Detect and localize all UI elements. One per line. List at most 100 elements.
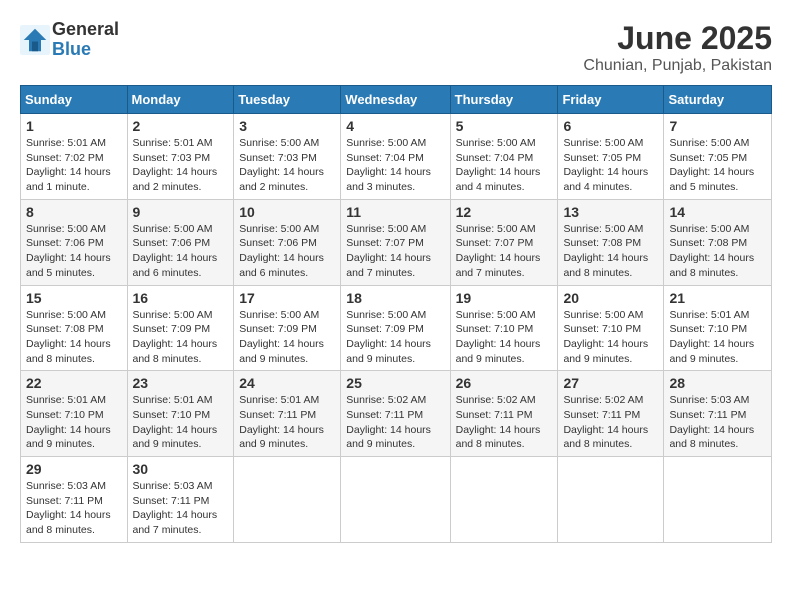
header-row: Sunday Monday Tuesday Wednesday Thursday…	[21, 86, 772, 114]
day-number: 23	[133, 375, 229, 391]
location-title: Chunian, Punjab, Pakistan	[583, 57, 772, 75]
day-number: 2	[133, 118, 229, 134]
day-info: Sunrise: 5:03 AMSunset: 7:11 PMDaylight:…	[26, 479, 122, 538]
day-number: 19	[456, 290, 553, 306]
table-row: 5Sunrise: 5:00 AMSunset: 7:04 PMDaylight…	[450, 114, 558, 200]
month-title: June 2025	[583, 20, 772, 57]
table-row: 16Sunrise: 5:00 AMSunset: 7:09 PMDayligh…	[127, 285, 234, 371]
logo: General Blue	[20, 20, 119, 60]
table-row	[234, 457, 341, 543]
day-number: 30	[133, 461, 229, 477]
day-number: 20	[563, 290, 658, 306]
table-row: 6 Sunrise: 5:00 AMSunset: 7:05 PMDaylight…	[558, 114, 664, 200]
table-row: 30 Sunrise: 5:03 AMSunset: 7:11 PMDayligh…	[127, 457, 234, 543]
table-row: 28 Sunrise: 5:03 AMSunset: 7:11 PMDayligh…	[664, 371, 772, 457]
day-number: 25	[346, 375, 444, 391]
day-number: 4	[346, 118, 444, 134]
day-info: Sunrise: 5:00 AMSunset: 7:03 PMDaylight:…	[239, 136, 335, 195]
table-row: 27Sunrise: 5:02 AMSunset: 7:11 PMDayligh…	[558, 371, 664, 457]
day-number: 24	[239, 375, 335, 391]
table-row	[450, 457, 558, 543]
day-info: Sunrise: 5:01 AMSunset: 7:11 PMDaylight:…	[239, 393, 335, 452]
day-info: Sunrise: 5:01 AMSunset: 7:10 PMDaylight:…	[26, 393, 122, 452]
day-info: Sunrise: 5:00 AMSunset: 7:10 PMDaylight:…	[456, 308, 553, 367]
calendar-table: Sunday Monday Tuesday Wednesday Thursday…	[20, 85, 772, 543]
table-row: 21 Sunrise: 5:01 AMSunset: 7:10 PMDayligh…	[664, 285, 772, 371]
day-number: 29	[26, 461, 122, 477]
day-info: Sunrise: 5:01 AMSunset: 7:10 PMDaylight:…	[669, 308, 766, 367]
day-number: 3	[239, 118, 335, 134]
day-info: Sunrise: 5:02 AMSunset: 7:11 PMDaylight:…	[563, 393, 658, 452]
day-info: Sunrise: 5:03 AMSunset: 7:11 PMDaylight:…	[133, 479, 229, 538]
day-info: Sunrise: 5:00 AMSunset: 7:08 PMDaylight:…	[563, 222, 658, 281]
day-info: Sunrise: 5:00 AMSunset: 7:04 PMDaylight:…	[456, 136, 553, 195]
table-row: 9Sunrise: 5:00 AMSunset: 7:06 PMDaylight…	[127, 199, 234, 285]
table-row: 15Sunrise: 5:00 AMSunset: 7:08 PMDayligh…	[21, 285, 128, 371]
day-info: Sunrise: 5:01 AMSunset: 7:10 PMDaylight:…	[133, 393, 229, 452]
day-number: 18	[346, 290, 444, 306]
table-row: 10Sunrise: 5:00 AMSunset: 7:06 PMDayligh…	[234, 199, 341, 285]
day-info: Sunrise: 5:03 AMSunset: 7:11 PMDaylight:…	[669, 393, 766, 452]
table-row: 29 Sunrise: 5:03 AMSunset: 7:11 PMDayligh…	[21, 457, 128, 543]
day-info: Sunrise: 5:00 AMSunset: 7:05 PMDaylight:…	[669, 136, 766, 195]
col-sunday: Sunday	[21, 86, 128, 114]
day-info: Sunrise: 5:00 AMSunset: 7:05 PMDaylight:…	[563, 136, 658, 195]
day-info: Sunrise: 5:00 AMSunset: 7:08 PMDaylight:…	[26, 308, 122, 367]
day-info: Sunrise: 5:00 AMSunset: 7:08 PMDaylight:…	[669, 222, 766, 281]
day-info: Sunrise: 5:01 AMSunset: 7:02 PMDaylight:…	[26, 136, 122, 195]
logo-blue-text: Blue	[52, 40, 119, 60]
logo-text: General Blue	[52, 20, 119, 60]
day-info: Sunrise: 5:00 AMSunset: 7:09 PMDaylight:…	[346, 308, 444, 367]
day-info: Sunrise: 5:00 AMSunset: 7:07 PMDaylight:…	[346, 222, 444, 281]
table-row: 14 Sunrise: 5:00 AMSunset: 7:08 PMDayligh…	[664, 199, 772, 285]
day-info: Sunrise: 5:00 AMSunset: 7:10 PMDaylight:…	[563, 308, 658, 367]
table-row: 11 Sunrise: 5:00 AMSunset: 7:07 PMDayligh…	[341, 199, 450, 285]
day-info: Sunrise: 5:00 AMSunset: 7:09 PMDaylight:…	[239, 308, 335, 367]
day-info: Sunrise: 5:00 AMSunset: 7:07 PMDaylight:…	[456, 222, 553, 281]
day-info: Sunrise: 5:02 AMSunset: 7:11 PMDaylight:…	[456, 393, 553, 452]
logo-general-text: General	[52, 20, 119, 40]
table-row: 22 Sunrise: 5:01 AMSunset: 7:10 PMDayligh…	[21, 371, 128, 457]
day-info: Sunrise: 5:00 AMSunset: 7:06 PMDaylight:…	[26, 222, 122, 281]
day-number: 11	[346, 204, 444, 220]
table-row: 18 Sunrise: 5:00 AMSunset: 7:09 PMDayligh…	[341, 285, 450, 371]
table-row: 2 Sunrise: 5:01 AMSunset: 7:03 PMDaylight…	[127, 114, 234, 200]
day-info: Sunrise: 5:00 AMSunset: 7:09 PMDaylight:…	[133, 308, 229, 367]
col-friday: Friday	[558, 86, 664, 114]
table-row: 3 Sunrise: 5:00 AMSunset: 7:03 PMDaylight…	[234, 114, 341, 200]
table-row	[664, 457, 772, 543]
col-thursday: Thursday	[450, 86, 558, 114]
table-row: 4Sunrise: 5:00 AMSunset: 7:04 PMDaylight…	[341, 114, 450, 200]
table-row: 25Sunrise: 5:02 AMSunset: 7:11 PMDayligh…	[341, 371, 450, 457]
calendar-row: 22 Sunrise: 5:01 AMSunset: 7:10 PMDayligh…	[21, 371, 772, 457]
day-number: 13	[563, 204, 658, 220]
day-number: 21	[669, 290, 766, 306]
calendar-row: 1 Sunrise: 5:01 AMSunset: 7:02 PMDaylight…	[21, 114, 772, 200]
col-monday: Monday	[127, 86, 234, 114]
day-number: 1	[26, 118, 122, 134]
col-saturday: Saturday	[664, 86, 772, 114]
day-number: 28	[669, 375, 766, 391]
table-row: 12Sunrise: 5:00 AMSunset: 7:07 PMDayligh…	[450, 199, 558, 285]
table-row: 20 Sunrise: 5:00 AMSunset: 7:10 PMDayligh…	[558, 285, 664, 371]
day-number: 17	[239, 290, 335, 306]
day-info: Sunrise: 5:01 AMSunset: 7:03 PMDaylight:…	[133, 136, 229, 195]
calendar-row: 15Sunrise: 5:00 AMSunset: 7:08 PMDayligh…	[21, 285, 772, 371]
day-number: 22	[26, 375, 122, 391]
day-number: 8	[26, 204, 122, 220]
day-number: 14	[669, 204, 766, 220]
day-number: 6	[563, 118, 658, 134]
table-row: 26Sunrise: 5:02 AMSunset: 7:11 PMDayligh…	[450, 371, 558, 457]
table-row: 1 Sunrise: 5:01 AMSunset: 7:02 PMDaylight…	[21, 114, 128, 200]
calendar-row: 8 Sunrise: 5:00 AMSunset: 7:06 PMDaylight…	[21, 199, 772, 285]
table-row: 7Sunrise: 5:00 AMSunset: 7:05 PMDaylight…	[664, 114, 772, 200]
table-row	[341, 457, 450, 543]
table-row: 8 Sunrise: 5:00 AMSunset: 7:06 PMDaylight…	[21, 199, 128, 285]
table-row: 13 Sunrise: 5:00 AMSunset: 7:08 PMDayligh…	[558, 199, 664, 285]
title-area: June 2025 Chunian, Punjab, Pakistan	[583, 20, 772, 75]
day-info: Sunrise: 5:00 AMSunset: 7:06 PMDaylight:…	[239, 222, 335, 281]
table-row: 19 Sunrise: 5:00 AMSunset: 7:10 PMDayligh…	[450, 285, 558, 371]
logo-icon	[20, 25, 50, 55]
table-row	[558, 457, 664, 543]
page-header: General Blue June 2025 Chunian, Punjab, …	[20, 20, 772, 75]
